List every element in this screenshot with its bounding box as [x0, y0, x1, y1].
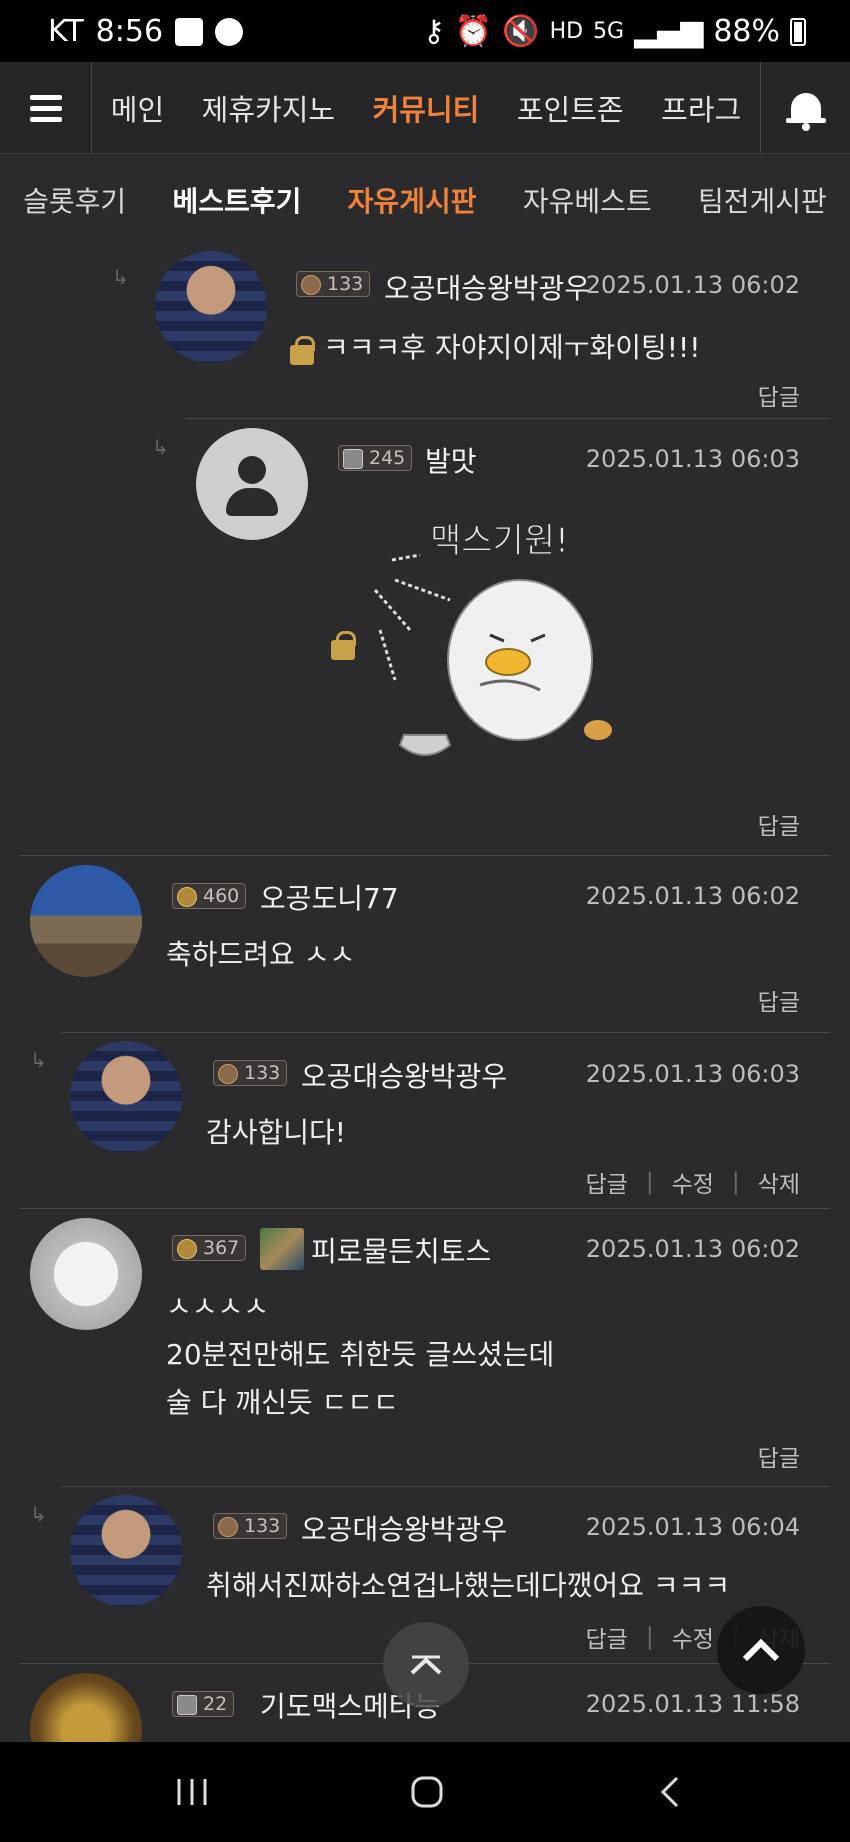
- avatar[interactable]: [70, 1041, 182, 1153]
- avatar[interactable]: [30, 1673, 142, 1742]
- comment-date: 2025.01.13 06:03: [585, 445, 800, 473]
- nav-item-pragmatic[interactable]: 프라그: [661, 87, 741, 129]
- reply-button[interactable]: 답글: [758, 807, 800, 841]
- nav-item-point-zone[interactable]: 포인트존: [517, 87, 624, 129]
- penguin-sticker: 맥스기원!: [373, 521, 612, 756]
- chat-notification-icon: [215, 17, 244, 46]
- comment-author[interactable]: 오공대승왕박광우: [384, 267, 590, 307]
- mute-icon: 🔇: [502, 14, 540, 49]
- tab-best-reviews[interactable]: 베스트후기: [173, 180, 302, 220]
- comment-date: 2025.01.13 06:03: [585, 1060, 800, 1088]
- tab-slot-reviews[interactable]: 슬롯후기: [23, 180, 126, 220]
- comment-author[interactable]: 발맛: [425, 440, 477, 480]
- lock-icon: [290, 336, 315, 365]
- avatar[interactable]: [70, 1495, 182, 1607]
- reply-button[interactable]: 답글: [586, 1165, 628, 1199]
- reply-arrow-icon: ↳: [30, 1502, 47, 1526]
- scroll-to-top-button[interactable]: [717, 1606, 805, 1694]
- separator: |: [645, 1624, 654, 1650]
- divider: [62, 1486, 830, 1487]
- tab-free-board[interactable]: 자유게시판: [348, 180, 477, 220]
- level-badge: 367: [172, 1235, 247, 1261]
- nav-item-main[interactable]: 메인: [111, 87, 164, 129]
- divider: [20, 855, 830, 856]
- system-navigation-bar: [0, 1742, 850, 1842]
- nav-item-partner-casino[interactable]: 제휴카지노: [202, 87, 335, 129]
- bell-icon[interactable]: [760, 62, 850, 154]
- reply-arrow-icon: ↳: [30, 1048, 47, 1072]
- user-badge-image: [260, 1228, 304, 1270]
- comment-text: 축하드려요 ㅅㅅ: [166, 938, 356, 971]
- comment-author[interactable]: 오공대승왕박광우: [301, 1055, 507, 1095]
- reply-button[interactable]: 답글: [758, 983, 800, 1017]
- level-badge: 133: [296, 271, 371, 297]
- clock: 8:56: [95, 14, 164, 49]
- comment-text: ㅋㅋㅋ후 자야지이제ㅜ화이팅!!!: [323, 331, 701, 364]
- comment-list: ↳ 133 오공대승왕박광우 2025.01.13 06:02 ㅋㅋㅋ후 자야지…: [0, 245, 850, 1742]
- delete-button[interactable]: 삭제: [758, 1165, 800, 1199]
- separator: |: [731, 1169, 740, 1195]
- battery-percent: 88%: [713, 14, 780, 49]
- hd-badge: HD: [549, 19, 584, 44]
- comment-text-line: 술 다 깨신듯 ㄷㄷㄷ: [166, 1386, 399, 1419]
- divider: [62, 1032, 830, 1033]
- comment-text: 감사합니다!: [206, 1116, 347, 1149]
- avatar[interactable]: [155, 251, 267, 363]
- divider: [20, 1208, 830, 1209]
- nav-item-community[interactable]: 커뮤니티: [373, 87, 480, 129]
- chevron-up-icon: [410, 1655, 442, 1675]
- separator: |: [645, 1169, 654, 1195]
- comment-text-line: ㅅㅅㅅㅅ: [166, 1290, 270, 1323]
- comment-date: 2025.01.13 06:02: [585, 271, 800, 299]
- default-avatar[interactable]: [196, 428, 308, 540]
- tab-free-best[interactable]: 자유베스트: [523, 180, 652, 220]
- reply-arrow-icon: ↳: [112, 265, 129, 289]
- battery-icon: [790, 17, 806, 46]
- signal-icon: ▂▄▆: [634, 14, 704, 49]
- sub-navigation: 슬롯후기 베스트후기 자유게시판 자유베스트 팀전게시판: [0, 155, 850, 245]
- comment-text: 취해서진짜하소연겁나했는데다깼어요 ㅋㅋㅋ: [206, 1569, 731, 1602]
- lock-icon: [331, 631, 356, 660]
- comment-author[interactable]: 피로물든치토스: [311, 1230, 491, 1270]
- tab-team-board[interactable]: 팀전게시판: [698, 180, 827, 220]
- reply-arrow-icon: ↳: [152, 435, 169, 459]
- avatar[interactable]: [30, 1218, 142, 1330]
- back-icon[interactable]: [650, 1772, 690, 1812]
- level-badge: 22: [172, 1691, 235, 1717]
- reply-button[interactable]: 답글: [758, 1439, 800, 1473]
- alarm-icon: ⏰: [454, 14, 493, 49]
- chevron-up-icon: [742, 1638, 780, 1662]
- reply-button[interactable]: 답글: [758, 378, 800, 412]
- key-icon: ⚷: [422, 14, 445, 49]
- comment-date: 2025.01.13 11:58: [585, 1690, 800, 1718]
- avatar[interactable]: [30, 865, 142, 977]
- carrier-label: KT: [48, 14, 84, 49]
- main-navigation: 메인 제휴카지노 커뮤니티 포인트존 프라그: [0, 62, 850, 154]
- sticker-caption: 맥스기원!: [430, 521, 569, 561]
- scroll-up-button[interactable]: [383, 1622, 469, 1708]
- divider: [185, 418, 830, 419]
- comment-date: 2025.01.13 06:02: [585, 1235, 800, 1263]
- menu-icon[interactable]: [0, 62, 92, 154]
- gallery-notification-icon: [175, 17, 204, 46]
- comment-author[interactable]: 오공대승왕박광우: [301, 1508, 507, 1548]
- network-type-badge: 5G: [593, 19, 625, 44]
- comment-date: 2025.01.13 06:04: [585, 1513, 800, 1541]
- status-bar: KT 8:56 ⚷ ⏰ 🔇 HD 5G ▂▄▆ 88%: [0, 0, 850, 62]
- level-badge: 133: [213, 1060, 288, 1086]
- home-icon[interactable]: [407, 1772, 447, 1812]
- comment-text-line: 20분전만해도 취한듯 글쓰셨는데: [166, 1338, 555, 1371]
- comment-author[interactable]: 오공도니77: [260, 877, 399, 917]
- edit-button[interactable]: 수정: [672, 1165, 714, 1199]
- recent-apps-icon[interactable]: [172, 1772, 212, 1812]
- level-badge: 460: [172, 883, 247, 909]
- comment-date: 2025.01.13 06:02: [585, 882, 800, 910]
- edit-button[interactable]: 수정: [672, 1620, 714, 1654]
- level-badge: 133: [213, 1513, 288, 1539]
- reply-button[interactable]: 답글: [586, 1620, 628, 1654]
- level-badge: 245: [338, 445, 413, 471]
